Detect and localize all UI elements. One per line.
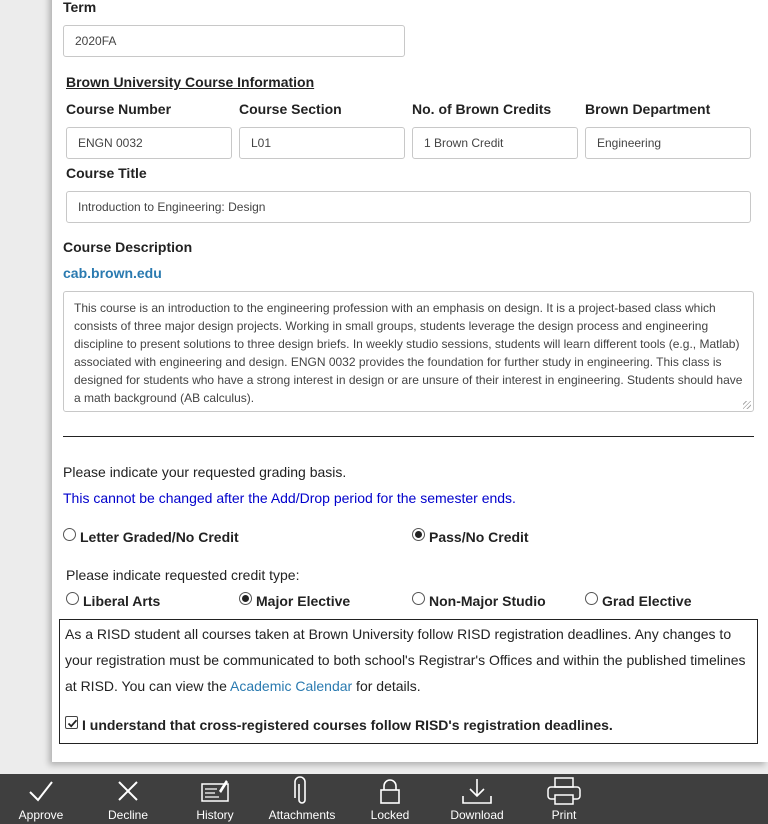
course-number-label: Course Number <box>66 101 172 117</box>
department-field[interactable]: Engineering <box>585 127 751 159</box>
cab-link[interactable]: cab.brown.edu <box>63 265 162 281</box>
course-description-label: Course Description <box>63 239 193 255</box>
notice-text: As a RISD student all courses taken at B… <box>65 621 755 699</box>
radio-liberal-arts-label: Liberal Arts <box>83 593 161 609</box>
close-icon <box>118 781 138 801</box>
radio-major-elective-label: Major Elective <box>256 593 351 609</box>
course-section-label: Course Section <box>239 101 342 117</box>
radio-letter-graded[interactable] <box>63 528 76 541</box>
radio-non-major-studio-label: Non-Major Studio <box>429 593 546 609</box>
approve-button[interactable]: Approve <box>10 774 72 824</box>
course-section-field[interactable]: L01 <box>239 127 405 159</box>
printer-icon <box>547 777 581 805</box>
history-button[interactable]: History <box>184 774 246 824</box>
course-title-field[interactable]: Introduction to Engineering: Design <box>66 191 751 223</box>
term-label: Term <box>63 0 97 15</box>
notice-text-end: for details. <box>352 678 421 694</box>
department-label: Brown Department <box>585 101 711 117</box>
print-label: Print <box>551 808 577 822</box>
decline-button[interactable]: Decline <box>97 774 159 824</box>
radio-liberal-arts[interactable] <box>66 592 79 605</box>
download-label: Download <box>450 808 504 822</box>
acknowledge-checkbox[interactable] <box>65 716 78 729</box>
course-description-textarea[interactable]: This course is an introduction to the en… <box>63 291 754 412</box>
paperclip-icon <box>294 776 306 804</box>
checkmark-icon <box>29 781 53 802</box>
radio-pass-no-credit-label: Pass/No Credit <box>429 529 529 545</box>
locked-button[interactable]: Locked <box>359 774 421 824</box>
radio-grad-elective-label: Grad Elective <box>602 593 692 609</box>
print-button[interactable]: Print <box>533 774 595 824</box>
radio-non-major-studio[interactable] <box>412 592 425 605</box>
locked-label: Locked <box>370 808 410 822</box>
grading-warning: This cannot be changed after the Add/Dro… <box>63 490 516 506</box>
deadline-notice: As a RISD student all courses taken at B… <box>59 619 758 744</box>
download-icon <box>462 779 492 804</box>
download-button[interactable]: Download <box>444 774 510 824</box>
credit-type-prompt: Please indicate requested credit type: <box>66 567 300 583</box>
course-number-field[interactable]: ENGN 0032 <box>66 127 232 159</box>
decline-label: Decline <box>107 808 149 822</box>
acknowledge-label: I understand that cross-registered cours… <box>82 717 613 733</box>
academic-calendar-link[interactable]: Academic Calendar <box>230 678 352 694</box>
radio-major-elective[interactable] <box>239 592 252 605</box>
grading-prompt: Please indicate your requested grading b… <box>63 464 347 480</box>
lock-icon <box>380 779 400 804</box>
divider <box>63 436 754 437</box>
credits-label: No. of Brown Credits <box>412 101 552 117</box>
course-description-text: This course is an introduction to the en… <box>74 301 743 405</box>
radio-letter-graded-label: Letter Graded/No Credit <box>80 529 239 545</box>
bottom-toolbar: Approve Decline History Attachments Lock… <box>0 774 768 824</box>
checkmark-icon <box>67 719 78 728</box>
attachments-label: Attachments <box>268 808 336 822</box>
radio-grad-elective[interactable] <box>585 592 598 605</box>
approve-label: Approve <box>18 808 64 822</box>
resize-handle-icon[interactable] <box>743 401 751 409</box>
credits-field[interactable]: 1 Brown Credit <box>412 127 578 159</box>
attachments-button[interactable]: Attachments <box>266 774 338 824</box>
history-icon <box>201 780 229 802</box>
radio-pass-no-credit[interactable] <box>412 528 425 541</box>
brown-info-title: Brown University Course Information <box>66 74 315 90</box>
history-label: History <box>196 808 234 822</box>
term-field[interactable]: 2020FA <box>63 25 405 57</box>
course-title-label: Course Title <box>66 165 147 181</box>
